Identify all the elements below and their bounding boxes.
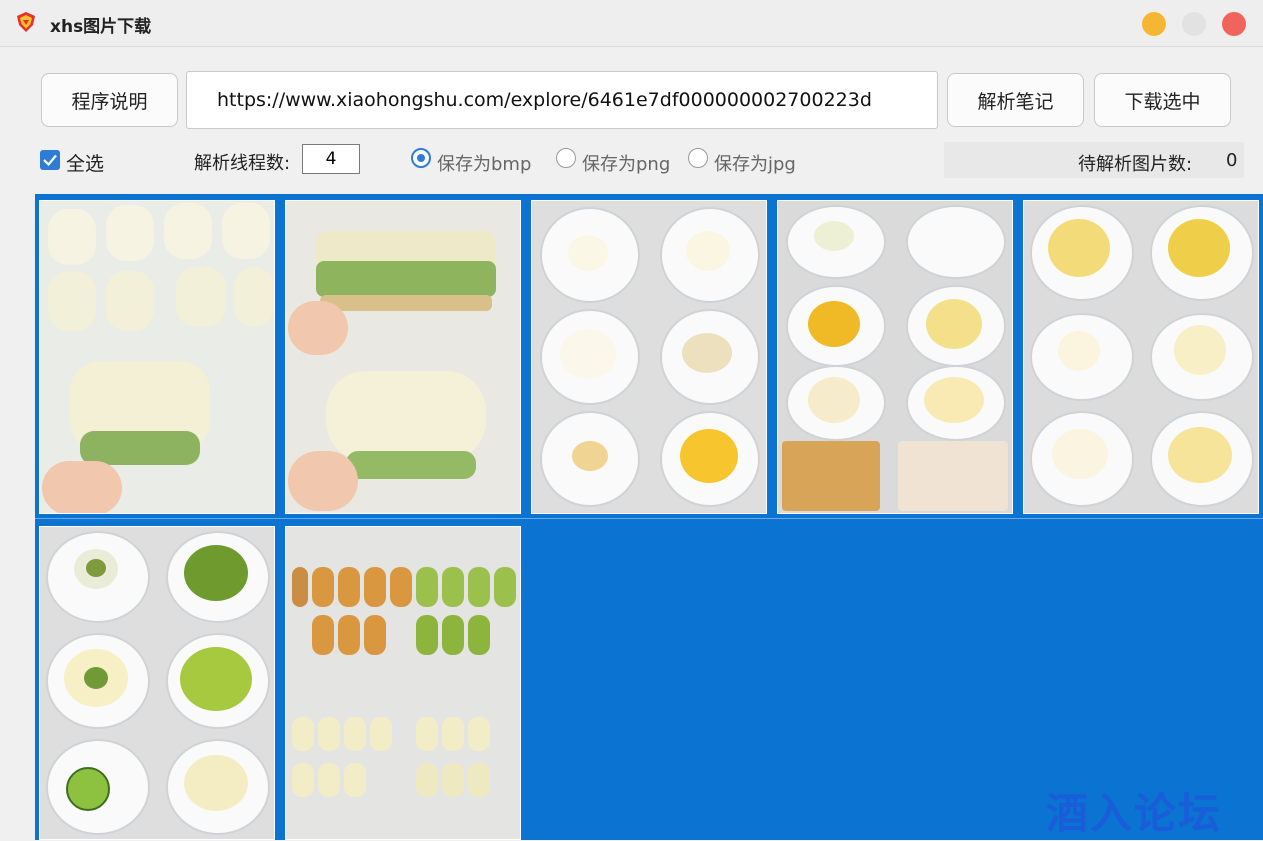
image-thumbnail-7[interactable] xyxy=(285,526,521,840)
download-selected-button[interactable]: 下载选中 xyxy=(1094,73,1231,127)
app-logo-icon xyxy=(14,10,38,34)
image-thumbnail-3[interactable] xyxy=(531,200,767,514)
image-thumbnail-1[interactable] xyxy=(39,200,275,514)
parse-note-button[interactable]: 解析笔记 xyxy=(947,73,1084,127)
radio-png-label[interactable]: 保存为png xyxy=(582,150,670,176)
image-thumbnail-4[interactable] xyxy=(777,200,1013,514)
title-bar: xhs图片下载 xyxy=(0,0,1263,47)
help-button[interactable]: 程序说明 xyxy=(41,73,178,127)
close-button[interactable] xyxy=(1222,12,1246,36)
options-bar: 全选 解析线程数: 4 保存为bmp 保存为png 保存为jpg 待解析图片数:… xyxy=(0,140,1263,182)
image-thumbnail-6[interactable] xyxy=(39,526,275,840)
pending-status: 待解析图片数: 0 xyxy=(944,142,1244,178)
check-icon xyxy=(43,154,57,167)
threads-label: 解析线程数: xyxy=(194,153,291,174)
pending-count: 0 xyxy=(1226,150,1238,171)
url-input[interactable]: https://www.xiaohongshu.com/explore/6461… xyxy=(186,71,938,129)
threads-input[interactable]: 4 xyxy=(302,144,360,174)
minimize-button[interactable] xyxy=(1142,12,1166,36)
radio-jpg-label[interactable]: 保存为jpg xyxy=(714,150,796,176)
window-title: xhs图片下载 xyxy=(50,17,152,37)
radio-bmp[interactable] xyxy=(411,148,431,168)
select-all-checkbox[interactable] xyxy=(40,150,60,170)
pending-label: 待解析图片数: xyxy=(1078,154,1193,175)
select-all-label[interactable]: 全选 xyxy=(66,149,104,176)
maximize-button[interactable] xyxy=(1182,12,1206,36)
image-thumbnail-5[interactable] xyxy=(1023,200,1259,514)
watermark-text: 酒入论坛 xyxy=(1046,789,1223,838)
radio-jpg[interactable] xyxy=(688,148,708,168)
radio-bmp-label[interactable]: 保存为bmp xyxy=(437,150,531,176)
image-grid[interactable] xyxy=(35,194,1263,840)
image-thumbnail-2[interactable] xyxy=(285,200,521,514)
radio-png[interactable] xyxy=(556,148,576,168)
row-divider xyxy=(35,518,1263,519)
